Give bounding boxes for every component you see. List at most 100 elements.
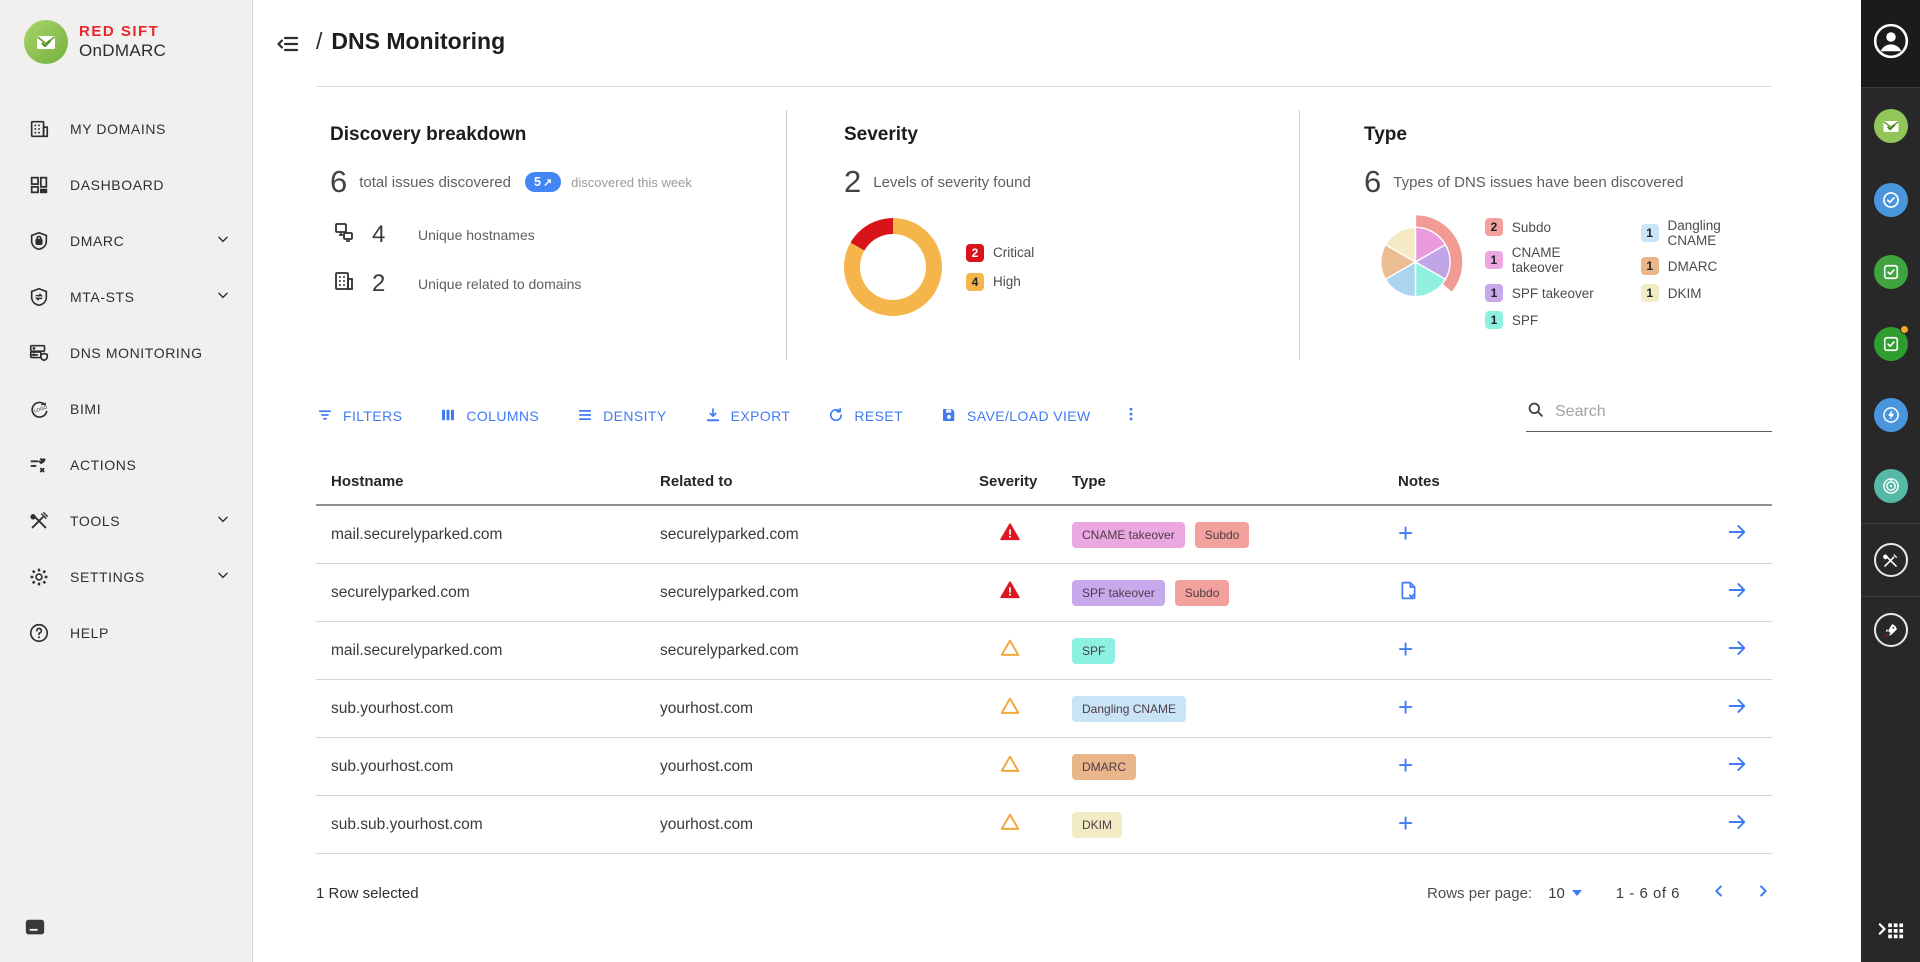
column-header-severity[interactable]: Severity (957, 473, 1052, 490)
rows-selected-label: 1 Row selected (316, 885, 419, 902)
rail-tools-icon[interactable] (1874, 543, 1908, 577)
app-check-green-icon[interactable] (1874, 255, 1908, 289)
sidebar-item-dmarc[interactable]: DMARC (0, 218, 252, 264)
export-button[interactable]: EXPORT (704, 406, 791, 427)
legend-label: Subdo (1512, 220, 1551, 235)
open-issue-arrow-icon[interactable] (1726, 811, 1748, 838)
discovered-this-week-badge: 5 ↗ (525, 172, 561, 192)
table-footer: 1 Row selected Rows per page: 10 1 - 6 o… (316, 854, 1772, 932)
critical-severity-icon (999, 521, 1021, 548)
table-row[interactable]: sub.yourhost.com yourhost.com Dangling C… (316, 680, 1772, 738)
sidebar-item-mta-sts[interactable]: MTA-STS (0, 274, 252, 320)
legend-count-badge: 2 (966, 244, 984, 262)
card-title: Severity (844, 124, 1299, 146)
open-issue-arrow-icon[interactable] (1726, 521, 1748, 548)
save-load-view-button[interactable]: SAVE/LOAD VIEW (940, 406, 1091, 427)
severity-levels-count: 2 (844, 164, 861, 200)
open-issue-arrow-icon[interactable] (1726, 637, 1748, 664)
type-count: 6 (1364, 164, 1381, 200)
legend-count-badge: 1 (1641, 284, 1659, 302)
add-note-icon[interactable]: + (1398, 523, 1413, 543)
legend-item: 1SPF (1485, 311, 1615, 329)
add-note-icon[interactable]: + (1398, 639, 1413, 659)
table-row[interactable]: mail.securelyparked.com securelyparked.c… (316, 622, 1772, 680)
chat-widget-icon[interactable] (24, 917, 46, 944)
severity-cell (957, 579, 1052, 606)
table-row[interactable]: mail.securelyparked.com securelyparked.c… (316, 506, 1772, 564)
open-issue-arrow-icon[interactable] (1726, 753, 1748, 780)
type-chip: SPF takeover (1072, 580, 1165, 606)
sidebar-item-settings[interactable]: SETTINGS (0, 554, 252, 600)
column-header-related-to[interactable]: Related to (652, 473, 957, 490)
app-check-green-notify-icon[interactable] (1874, 327, 1908, 361)
type-chip: Dangling CNAME (1072, 696, 1186, 722)
pagination: Rows per page: 10 1 - 6 of 6 (1427, 882, 1772, 904)
filters-button[interactable]: FILTERS (316, 406, 402, 427)
app-lightning-icon[interactable] (1874, 398, 1908, 432)
high-severity-icon (999, 753, 1021, 780)
collapse-menu-icon[interactable] (276, 32, 300, 61)
dropdown-caret-icon (1572, 890, 1582, 896)
app-radar-icon[interactable] (1874, 469, 1908, 503)
add-note-icon[interactable]: + (1398, 755, 1413, 775)
table-header-row: Hostname Related to Severity Type Notes (316, 458, 1772, 506)
sidebar-item-help[interactable]: HELP (0, 610, 252, 656)
app-launcher-icon[interactable] (1874, 912, 1908, 946)
sidebar: RED SIFT OnDMARC MY DOMAINS DASHBOARD DM… (0, 0, 253, 962)
table-row[interactable]: sub.yourhost.com yourhost.com DMARC + (316, 738, 1772, 796)
table-row[interactable]: securelyparked.com securelyparked.com SP… (316, 564, 1772, 622)
columns-button[interactable]: COLUMNS (439, 406, 539, 427)
sidebar-item-dashboard[interactable]: DASHBOARD (0, 162, 252, 208)
next-page-icon[interactable] (1754, 882, 1772, 904)
legend-item: 1DKIM (1641, 284, 1772, 302)
app-ondmarc-icon[interactable] (1874, 109, 1908, 143)
critical-severity-icon (999, 579, 1021, 606)
ondmarc-logo-icon (24, 20, 68, 64)
header-divider (316, 86, 1772, 87)
add-note-icon[interactable]: + (1398, 697, 1413, 717)
previous-page-icon[interactable] (1710, 882, 1728, 904)
rows-per-page-label: Rows per page: (1427, 885, 1532, 902)
dashboard-icon (26, 174, 52, 196)
user-avatar-icon[interactable] (1872, 22, 1910, 65)
legend-count-badge: 2 (1485, 218, 1503, 236)
column-header-hostname[interactable]: Hostname (316, 473, 652, 490)
note-added-icon[interactable] (1398, 580, 1419, 601)
sidebar-item-bimi[interactable]: LOGO BIMI (0, 386, 252, 432)
table-row[interactable]: sub.sub.yourhost.com yourhost.com DKIM + (316, 796, 1772, 854)
unique-domains-stat: 2 Unique related to domains (330, 269, 786, 298)
open-issue-arrow-icon[interactable] (1726, 695, 1748, 722)
sidebar-item-tools[interactable]: TOOLS (0, 498, 252, 544)
save-icon (940, 406, 958, 427)
breadcrumb-slash: / (316, 28, 322, 55)
severity-cell (957, 753, 1052, 780)
type-chip: CNAME takeover (1072, 522, 1185, 548)
legend-item: 1CNAME takeover (1485, 245, 1615, 275)
summary-cards: Discovery breakdown 6 total issues disco… (316, 110, 1772, 360)
sidebar-item-actions[interactable]: ACTIONS (0, 442, 252, 488)
column-header-notes[interactable]: Notes (1382, 473, 1702, 490)
severity-cell (957, 695, 1052, 722)
domains-icon (332, 269, 356, 298)
app-check-blue-icon[interactable] (1874, 183, 1908, 217)
sidebar-item-my-domains[interactable]: MY DOMAINS (0, 106, 252, 152)
rows-per-page-select[interactable]: 10 (1548, 885, 1582, 902)
type-chip: DKIM (1072, 812, 1122, 838)
sidebar-item-dns-monitoring[interactable]: DNS MONITORING (0, 330, 252, 376)
add-note-icon[interactable]: + (1398, 813, 1413, 833)
more-options-kebab-icon[interactable] (1122, 405, 1140, 428)
open-issue-arrow-icon[interactable] (1726, 579, 1748, 606)
search-input[interactable] (1555, 403, 1772, 421)
legend-count-badge: 4 (966, 273, 984, 291)
density-button[interactable]: DENSITY (576, 406, 666, 427)
column-header-type[interactable]: Type (1052, 473, 1382, 490)
tools-icon (26, 510, 52, 532)
card-type: Type 6 Types of DNS issues have been dis… (1299, 110, 1772, 360)
reset-button[interactable]: RESET (827, 406, 903, 427)
severity-legend: 2Critical4High (966, 244, 1034, 291)
type-chip: Subdo (1195, 522, 1250, 548)
brand-logo[interactable]: RED SIFT OnDMARC (0, 0, 252, 64)
rail-rocket-icon[interactable] (1874, 613, 1908, 647)
density-icon (576, 406, 594, 427)
type-chip: DMARC (1072, 754, 1136, 780)
